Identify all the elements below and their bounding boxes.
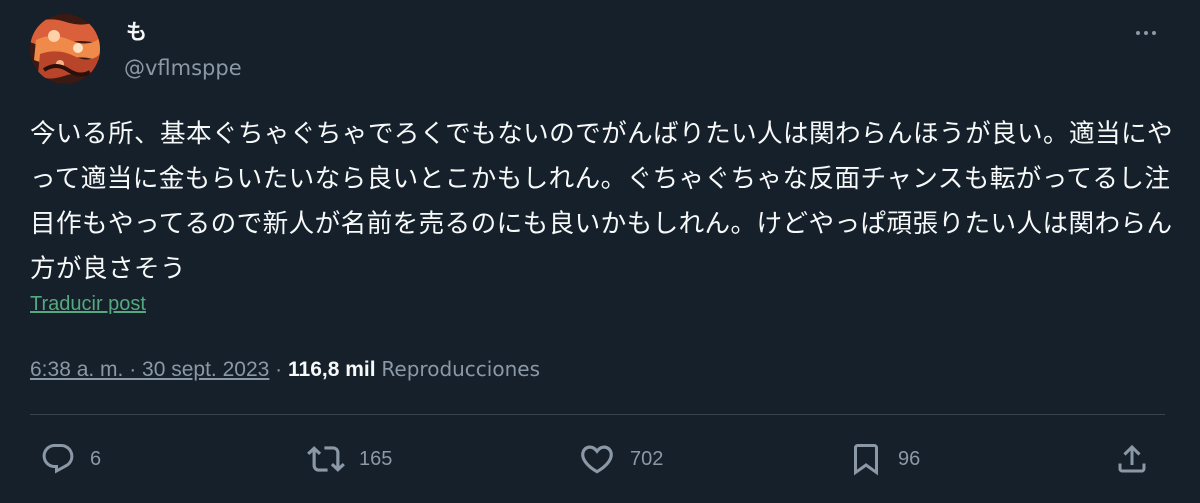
meta-separator: · (269, 358, 288, 381)
bookmark-icon (854, 444, 878, 476)
post-timestamp[interactable]: 6:38 a. m. · 30 sept. 2023 (30, 358, 269, 381)
avatar[interactable] (30, 14, 100, 84)
like-count: 702 (630, 447, 664, 470)
views-count: 116,8 mil (288, 358, 376, 381)
tweet: も @vflmsppe 今いる所、基本ぐちゃぐちゃでろくでもないのでがんばりたい… (0, 0, 1200, 503)
repost-icon (307, 446, 345, 472)
share-button[interactable] (1114, 437, 1150, 481)
more-dot (1152, 31, 1156, 35)
reply-button[interactable]: 6 (40, 437, 101, 481)
avatar-image (30, 14, 100, 84)
more-icon[interactable] (1128, 20, 1164, 46)
action-bar: 6 165 702 96 (0, 437, 1200, 481)
bookmark-button[interactable]: 96 (848, 437, 920, 481)
reply-icon (42, 444, 74, 474)
reply-count: 6 (90, 447, 102, 470)
repost-count: 165 (359, 447, 393, 470)
post-text: 今いる所、基本ぐちゃぐちゃでろくでもないのでがんばりたい人は関わらんほうが良い。… (30, 119, 1173, 284)
divider (30, 414, 1165, 415)
handle[interactable]: @vflmsppe (124, 54, 242, 82)
views-label: Reproducciones (381, 357, 540, 381)
bookmark-count: 96 (898, 447, 921, 470)
more-dot (1144, 31, 1148, 35)
display-name[interactable]: も (126, 18, 147, 46)
post-meta: 6:38 a. m. · 30 sept. 2023 · 116,8 mil R… (30, 354, 540, 385)
repost-button[interactable]: 165 (307, 437, 392, 481)
like-button[interactable]: 702 (578, 437, 663, 481)
heart-icon (581, 445, 613, 474)
more-dot (1136, 31, 1140, 35)
share-icon (1118, 444, 1146, 473)
translate-link[interactable]: Traducir post (30, 293, 146, 316)
